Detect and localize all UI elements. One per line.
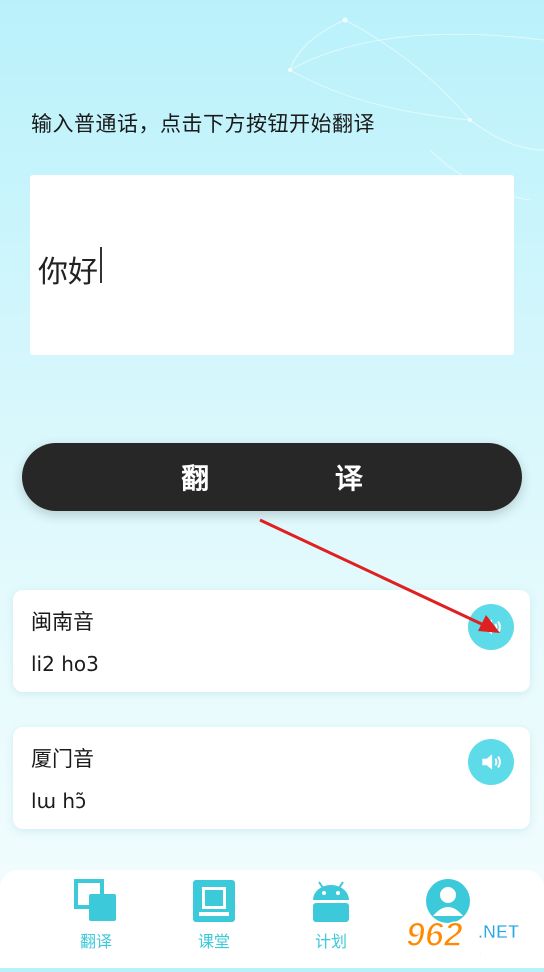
result-pronunciation: lɯ hɔ̃ xyxy=(31,789,87,813)
result-title: 厦门音 xyxy=(31,747,94,771)
bottom-navigation: 翻译 课堂 计划 xyxy=(0,870,544,968)
book-icon xyxy=(193,880,235,922)
translate-button[interactable]: 翻 译 xyxy=(22,443,522,511)
input-field[interactable]: 你好 xyxy=(30,175,514,355)
translate-icon xyxy=(74,879,116,921)
result-title: 闽南音 xyxy=(31,610,94,634)
nav-item-profile[interactable] xyxy=(408,878,488,928)
speaker-icon[interactable] xyxy=(468,604,514,650)
nav-item-class[interactable]: 课堂 xyxy=(174,878,254,952)
result-card-xiamen: 厦门音 lɯ hɔ̃ xyxy=(13,727,530,829)
nav-label: 翻译 xyxy=(79,932,112,951)
nav-label: 课堂 xyxy=(197,932,230,951)
result-pronunciation: li2 ho3 xyxy=(31,652,99,676)
result-card-minnan: 闽南音 li2 ho3 xyxy=(13,590,530,692)
text-cursor xyxy=(100,247,102,283)
nav-label: 计划 xyxy=(314,932,347,951)
profile-icon xyxy=(426,879,470,923)
speaker-icon[interactable] xyxy=(468,739,514,785)
nav-item-plan[interactable]: 计划 xyxy=(291,878,371,952)
nav-item-translate[interactable]: 翻译 xyxy=(56,878,136,952)
android-icon xyxy=(313,881,349,922)
instruction-text: 输入普通话，点击下方按钮开始翻译 xyxy=(31,112,375,136)
input-value: 你好 xyxy=(38,255,98,290)
